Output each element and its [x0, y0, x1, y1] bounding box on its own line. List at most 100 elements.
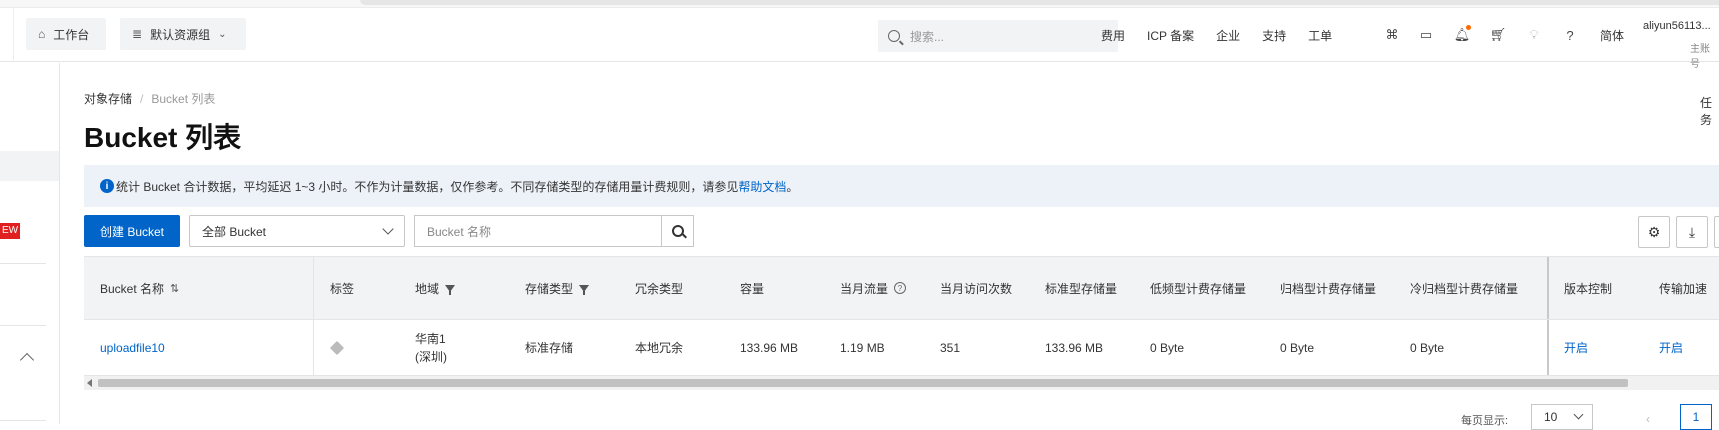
notice-tail: 。: [786, 179, 799, 194]
versioning-link[interactable]: 开启: [1564, 320, 1588, 375]
breadcrumb: 对象存储 / Bucket 列表: [84, 90, 215, 107]
nav-link-support[interactable]: 支持: [1262, 27, 1286, 44]
ia-storage-cell: 0 Byte: [1150, 340, 1185, 355]
account-name[interactable]: aliyun56113...: [1643, 20, 1711, 32]
language-switch[interactable]: 简体: [1600, 27, 1624, 44]
header-label: Bucket 名称: [100, 281, 165, 296]
nav-link-icp[interactable]: ICP 备案: [1147, 27, 1194, 44]
column-header-tags: 标签: [330, 281, 355, 296]
breadcrumb-root[interactable]: 对象存储: [84, 92, 132, 106]
info-icon: i: [100, 179, 114, 193]
chevron-down-icon: [382, 223, 394, 235]
search-button[interactable]: [661, 215, 694, 247]
workbench-label: 工作台: [53, 27, 90, 42]
column-header-region[interactable]: 地域: [415, 257, 456, 319]
filter-icon[interactable]: [445, 284, 456, 295]
column-header-monthly-traffic: 当月流量?: [840, 257, 907, 319]
fixed-column-divider: [1547, 320, 1549, 375]
cart-icon[interactable]: 🛒︎: [1490, 27, 1507, 43]
bucket-table: Bucket 名称 ⇅ 标签 地域 存储类型 冗余类型 容量 当月流量? 当月访问…: [84, 256, 1719, 376]
resource-group-selector[interactable]: ≣ 默认资源组 ⌄: [120, 18, 246, 50]
column-header-archive-storage: 归档型计费存储量: [1280, 281, 1377, 296]
sort-icon[interactable]: ⇅: [170, 282, 179, 295]
task-link[interactable]: 任务: [1700, 94, 1719, 128]
tag-icon[interactable]: [329, 340, 345, 355]
table-header: Bucket 名称 ⇅ 标签 地域 存储类型 冗余类型 容量 当月流量? 当月访问…: [84, 256, 1719, 320]
global-search-input[interactable]: 搜索...: [878, 20, 1118, 52]
filter-icon[interactable]: [579, 284, 590, 295]
menu-toggle[interactable]: [0, 8, 14, 62]
bell-icon[interactable]: 🔔︎: [1454, 25, 1471, 43]
nav-link-billing[interactable]: 费用: [1101, 27, 1125, 44]
home-icon: ⌂: [38, 27, 46, 41]
chevron-down-icon: ⌄: [218, 28, 227, 40]
standard-storage-cell: 133.96 MB: [1045, 340, 1104, 355]
region-cell: 华南1 (深圳): [415, 320, 447, 375]
download-icon: ⤓: [1688, 223, 1696, 240]
chevron-down-icon: [1573, 409, 1584, 420]
redundancy-cell: 本地冗余: [635, 341, 684, 355]
workbench-button[interactable]: ⌂ 工作台: [26, 18, 106, 50]
column-header-name[interactable]: Bucket 名称 ⇅: [100, 257, 179, 319]
browser-top-strip: [0, 0, 1719, 8]
column-divider: [313, 320, 314, 375]
header-label: 存储类型: [525, 281, 574, 296]
acceleration-link[interactable]: 开启: [1659, 320, 1683, 375]
bucket-filter-value: 全部 Bucket: [202, 224, 267, 239]
per-page-select[interactable]: 10: [1531, 404, 1593, 430]
monthly-traffic-cell: 1.19 MB: [840, 340, 885, 355]
table-horizontal-scrollbar[interactable]: [84, 376, 1719, 390]
terminal-icon[interactable]: ▭: [1418, 27, 1434, 43]
monthly-requests-cell: 351: [940, 340, 961, 355]
bucket-filter-select[interactable]: 全部 Bucket: [189, 215, 405, 247]
nav-link-tickets[interactable]: 工单: [1308, 27, 1332, 44]
column-header-capacity: 容量: [740, 281, 765, 296]
column-header-standard-storage: 标准型存储量: [1045, 281, 1118, 296]
download-button[interactable]: ⤓: [1676, 216, 1708, 248]
column-header-monthly-requests: 当月访问次数: [940, 281, 1013, 296]
region-city: (深圳): [415, 349, 447, 364]
page-title: Bucket 列表: [84, 122, 242, 153]
scroll-left-icon[interactable]: [87, 379, 92, 387]
question-icon[interactable]: ?: [894, 282, 907, 294]
create-bucket-button[interactable]: 创建 Bucket: [84, 215, 180, 247]
lightbulb-icon[interactable]: 💡︎: [1526, 27, 1542, 43]
tag-cell[interactable]: [329, 320, 345, 375]
breadcrumb-separator: /: [140, 92, 144, 106]
help-icon[interactable]: ?: [1562, 27, 1578, 43]
left-sidebar: EW: [0, 63, 60, 424]
nav-link-enterprise[interactable]: 企业: [1216, 27, 1240, 44]
api-icon[interactable]: ⌘: [1384, 27, 1400, 43]
scrollbar-thumb[interactable]: [98, 379, 1628, 387]
gear-icon: ⚙: [1647, 223, 1661, 240]
column-header-versioning: 版本控制: [1564, 281, 1613, 296]
bucket-name-link[interactable]: uploadfile10: [100, 320, 165, 375]
resource-group-label: 默认资源组: [150, 27, 211, 42]
column-header-cold-archive-storage: 冷归档型计费存储量: [1410, 281, 1519, 296]
settings-button[interactable]: ⚙: [1638, 216, 1670, 248]
column-header-acceleration: 传输加速: [1659, 281, 1708, 296]
per-page-value: 10: [1544, 410, 1558, 424]
account-type: 主账号: [1690, 44, 1710, 70]
per-page-label: 每页显示:: [1461, 415, 1509, 427]
table-row: uploadfile10 华南1 (深圳) 标准存储 本地冗余 133.96 M…: [84, 320, 1719, 376]
notice-text: 统计 Bucket 合计数据，平均延迟 1~3 小时。不作为计量数据，仅作参考。…: [116, 179, 739, 194]
column-header-storage-class[interactable]: 存储类型: [525, 257, 590, 319]
cold-archive-storage-cell: 0 Byte: [1410, 340, 1445, 355]
archive-storage-cell: 0 Byte: [1280, 340, 1315, 355]
chevron-up-icon[interactable]: [19, 352, 35, 368]
help-doc-link[interactable]: 帮助文档: [738, 178, 786, 195]
column-divider: [313, 257, 314, 319]
more-tool-button[interactable]: [1714, 216, 1719, 248]
sidebar-selected-item[interactable]: [0, 151, 59, 181]
region-name: 华南1: [415, 331, 446, 346]
new-badge: EW: [0, 223, 21, 239]
capacity-cell: 133.96 MB: [740, 340, 799, 355]
notification-dot: [1466, 25, 1471, 30]
bucket-name-input[interactable]: Bucket 名称: [414, 215, 661, 247]
top-links: 费用 ICP 备案 企业 支持 工单: [1101, 8, 1354, 62]
header-label: 地域: [415, 281, 440, 296]
bucket-name-placeholder: Bucket 名称: [427, 224, 492, 239]
column-header-ia-storage: 低频型计费存储量: [1150, 281, 1247, 296]
page-number-button[interactable]: 1: [1680, 404, 1712, 430]
